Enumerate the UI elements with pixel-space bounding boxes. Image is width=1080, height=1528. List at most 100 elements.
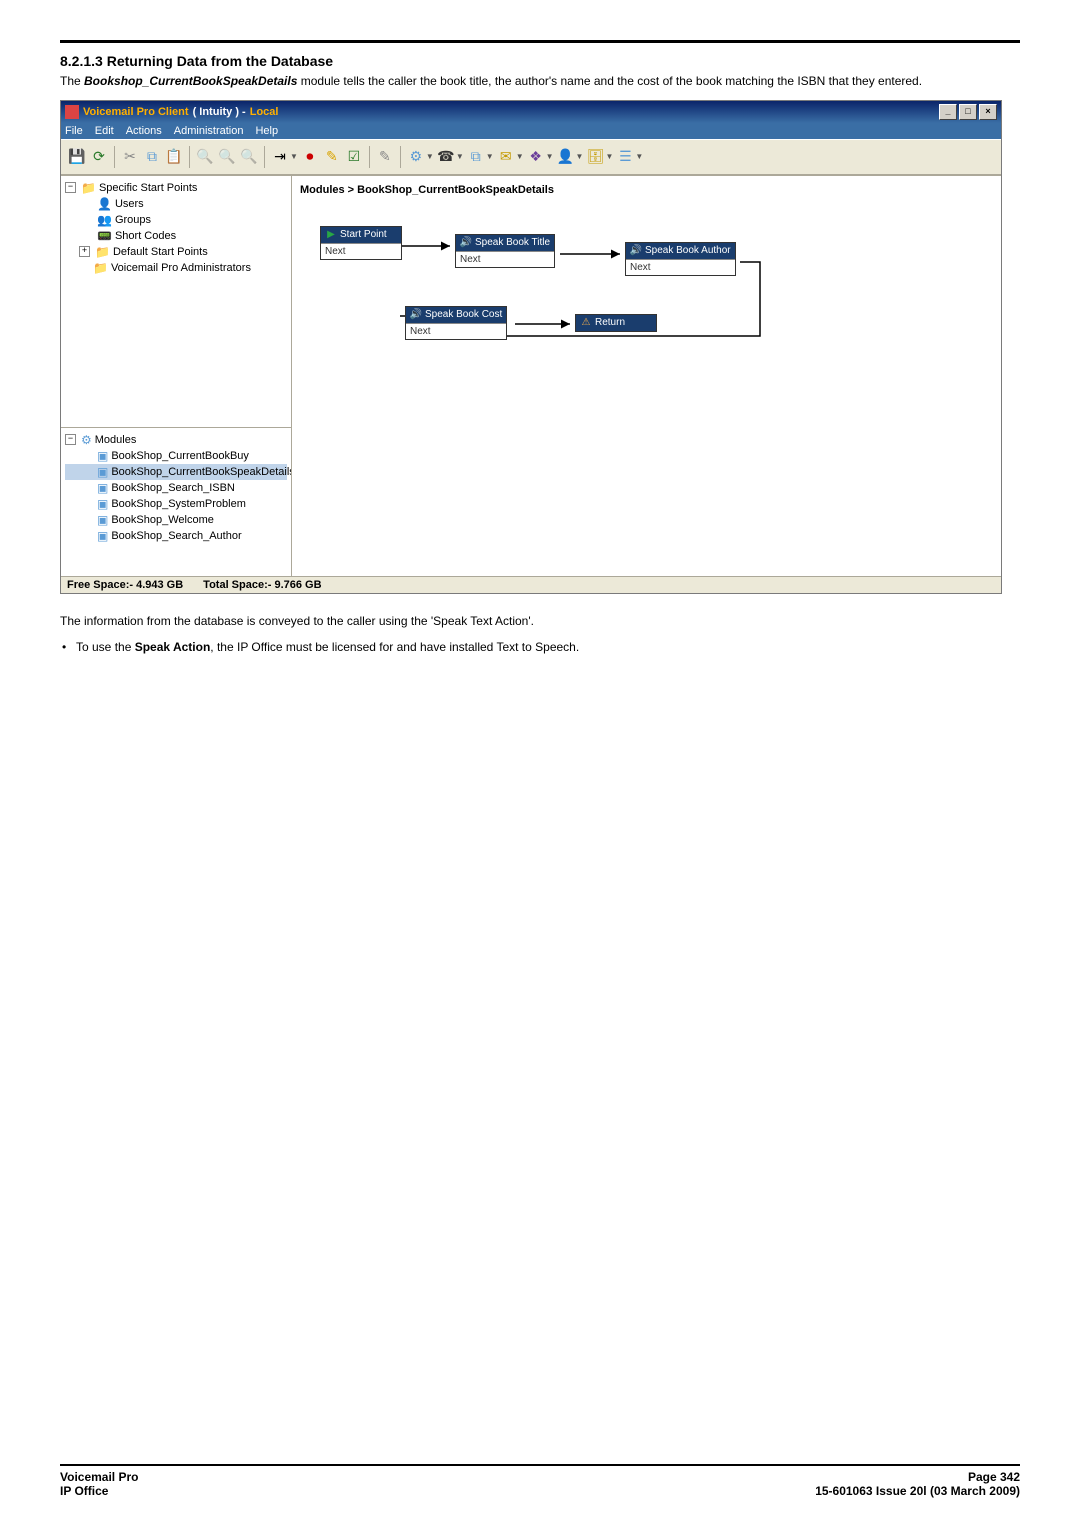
zoom-out-icon[interactable]: 🔍 [239,147,259,167]
collapse-icon[interactable]: − [65,182,76,193]
menu-edit[interactable]: Edit [95,125,114,137]
queue-icon[interactable]: ☰ [615,147,635,167]
module-icon: ▣ [97,481,108,495]
tree-item-default[interactable]: + 📁 Default Start Points [65,244,287,260]
menu-file[interactable]: File [65,125,83,137]
footer-right1: Page 342 [968,1470,1020,1484]
footer-left2: IP Office [60,1484,108,1498]
zoom-in-icon[interactable]: 🔍 [195,147,215,167]
tree-item-shortcodes[interactable]: 📟 Short Codes [65,228,287,244]
gear-icon[interactable]: ⚙ [406,147,426,167]
dropdown-icon[interactable]: ▼ [516,152,524,161]
dropdown-icon[interactable]: ▼ [576,152,584,161]
minimize-button[interactable]: _ [939,104,957,120]
intro-module-name: Bookshop_CurrentBookSpeakDetails [84,74,297,88]
collapse-icon[interactable]: − [65,434,76,445]
tree-item-groups[interactable]: 👥 Groups [65,212,287,228]
breadcrumb: Modules > BookShop_CurrentBookSpeakDetai… [300,184,993,196]
tree-item-users[interactable]: 👤 Users [65,196,287,212]
pencil-icon[interactable]: ✎ [375,147,395,167]
flow-node-return[interactable]: ⚠Return [575,314,657,332]
flow-icon[interactable]: ⧉ [466,147,486,167]
folder-icon: 📁 [81,181,96,195]
module-label: BookShop_Welcome [111,514,214,526]
tree-panel: − 📁 Specific Start Points 👤 Users 👥 Grou… [61,176,291,428]
module-item[interactable]: ▣ BookShop_CurrentBookBuy [65,448,287,464]
expand-icon[interactable]: + [79,246,90,257]
users-icon: 👤 [97,197,112,211]
tree-label: Users [115,198,144,210]
person-icon[interactable]: 👤 [556,147,576,167]
module-label: BookShop_Search_Author [111,530,241,542]
node-title: Speak Book Title [475,237,550,248]
zoom-actual-icon[interactable]: 🔍 [217,147,237,167]
flow-node-start[interactable]: ▶Start Point Next [320,226,402,260]
module-item-selected[interactable]: ▣ BookShop_CurrentBookSpeakDetails [65,464,287,480]
toolbar-sep [114,146,115,168]
dropdown-icon[interactable]: ▼ [605,152,613,161]
dropdown-icon[interactable]: ▼ [290,152,298,161]
modules-root[interactable]: − ⚙ Modules [65,432,287,448]
dropdown-icon[interactable]: ▼ [456,152,464,161]
tree-root[interactable]: − 📁 Specific Start Points [65,180,287,196]
module-item[interactable]: ▣ BookShop_Search_Author [65,528,287,544]
tree-item-admins[interactable]: 📁 Voicemail Pro Administrators [65,260,287,276]
menu-administration[interactable]: Administration [174,125,244,137]
intro-paragraph: The Bookshop_CurrentBookSpeakDetails mod… [60,73,1020,90]
menu-help[interactable]: Help [255,125,278,137]
module-item[interactable]: ▣ BookShop_Search_ISBN [65,480,287,496]
condition-icon[interactable]: ❖ [526,147,546,167]
flow-node-speak-title[interactable]: 🔊Speak Book Title Next [455,234,555,268]
modules-root-label: Modules [95,434,137,446]
tree-label: Short Codes [115,230,176,242]
paste-icon[interactable]: 📋 [164,147,184,167]
toolbar-sep [369,146,370,168]
node-title: Return [595,317,625,328]
module-icon: ▣ [97,529,108,543]
bullet-post: , the IP Office must be licensed for and… [210,640,579,654]
save-icon[interactable]: 💾 [67,147,87,167]
node-sub: Next [406,323,506,339]
toolbar: 💾 ⟳ ✂ ⧉ 📋 🔍 🔍 🔍 ⇥▼ ⏺ ✎ ☑ ✎ ⚙▼ ☎▼ ⧉▼ ✉▼ ❖… [61,139,1001,175]
module-label: BookShop_CurrentBookSpeakDetails [111,466,291,478]
cut-icon[interactable]: ✂ [120,147,140,167]
module-item[interactable]: ▣ BookShop_SystemProblem [65,496,287,512]
module-item[interactable]: ▣ BookShop_Welcome [65,512,287,528]
phone-icon[interactable]: ☎ [436,147,456,167]
toolbar-sep [400,146,401,168]
modules-panel: − ⚙ Modules ▣ BookShop_CurrentBookBuy ▣ … [61,428,291,576]
db-icon[interactable]: 🗄 [585,147,605,167]
dropdown-icon[interactable]: ▼ [635,152,643,161]
toolbar-sep [189,146,190,168]
footer-left1: Voicemail Pro [60,1470,138,1484]
maximize-button[interactable]: □ [959,104,977,120]
intro-pre: The [60,74,84,88]
node-sub: Next [626,259,735,275]
module-icon: ▣ [97,513,108,527]
dropdown-icon[interactable]: ▼ [486,152,494,161]
dropdown-icon[interactable]: ▼ [426,152,434,161]
close-button[interactable]: × [979,104,997,120]
edit-icon[interactable]: ✎ [322,147,342,167]
intro-post: module tells the caller the book title, … [297,74,922,88]
record-icon[interactable]: ⏺ [300,147,320,167]
tree-label: Default Start Points [113,246,208,258]
flow-node-speak-author[interactable]: 🔊Speak Book Author Next [625,242,736,276]
title-mid: ( Intuity ) - [193,106,246,118]
speak-icon: 🔊 [630,245,642,257]
copy-icon[interactable]: ⧉ [142,147,162,167]
node-sub: Next [321,243,401,259]
mailbox-icon[interactable]: ✉ [496,147,516,167]
menu-actions[interactable]: Actions [126,125,162,137]
sync-icon[interactable]: ⟳ [89,147,109,167]
folder-icon: 📁 [95,245,110,259]
checklist-icon[interactable]: ☑ [344,147,364,167]
node-title: Speak Book Cost [425,309,502,320]
tree-root-label: Specific Start Points [99,182,197,194]
flow-node-speak-cost[interactable]: 🔊Speak Book Cost Next [405,306,507,340]
dropdown-icon[interactable]: ▼ [546,152,554,161]
connector-icon[interactable]: ⇥ [270,147,290,167]
client-area: − 📁 Specific Start Points 👤 Users 👥 Grou… [61,175,1001,576]
flow-canvas[interactable]: Modules > BookShop_CurrentBookSpeakDetai… [292,176,1001,576]
footer-right2: 15-601063 Issue 20l (03 March 2009) [815,1484,1020,1498]
